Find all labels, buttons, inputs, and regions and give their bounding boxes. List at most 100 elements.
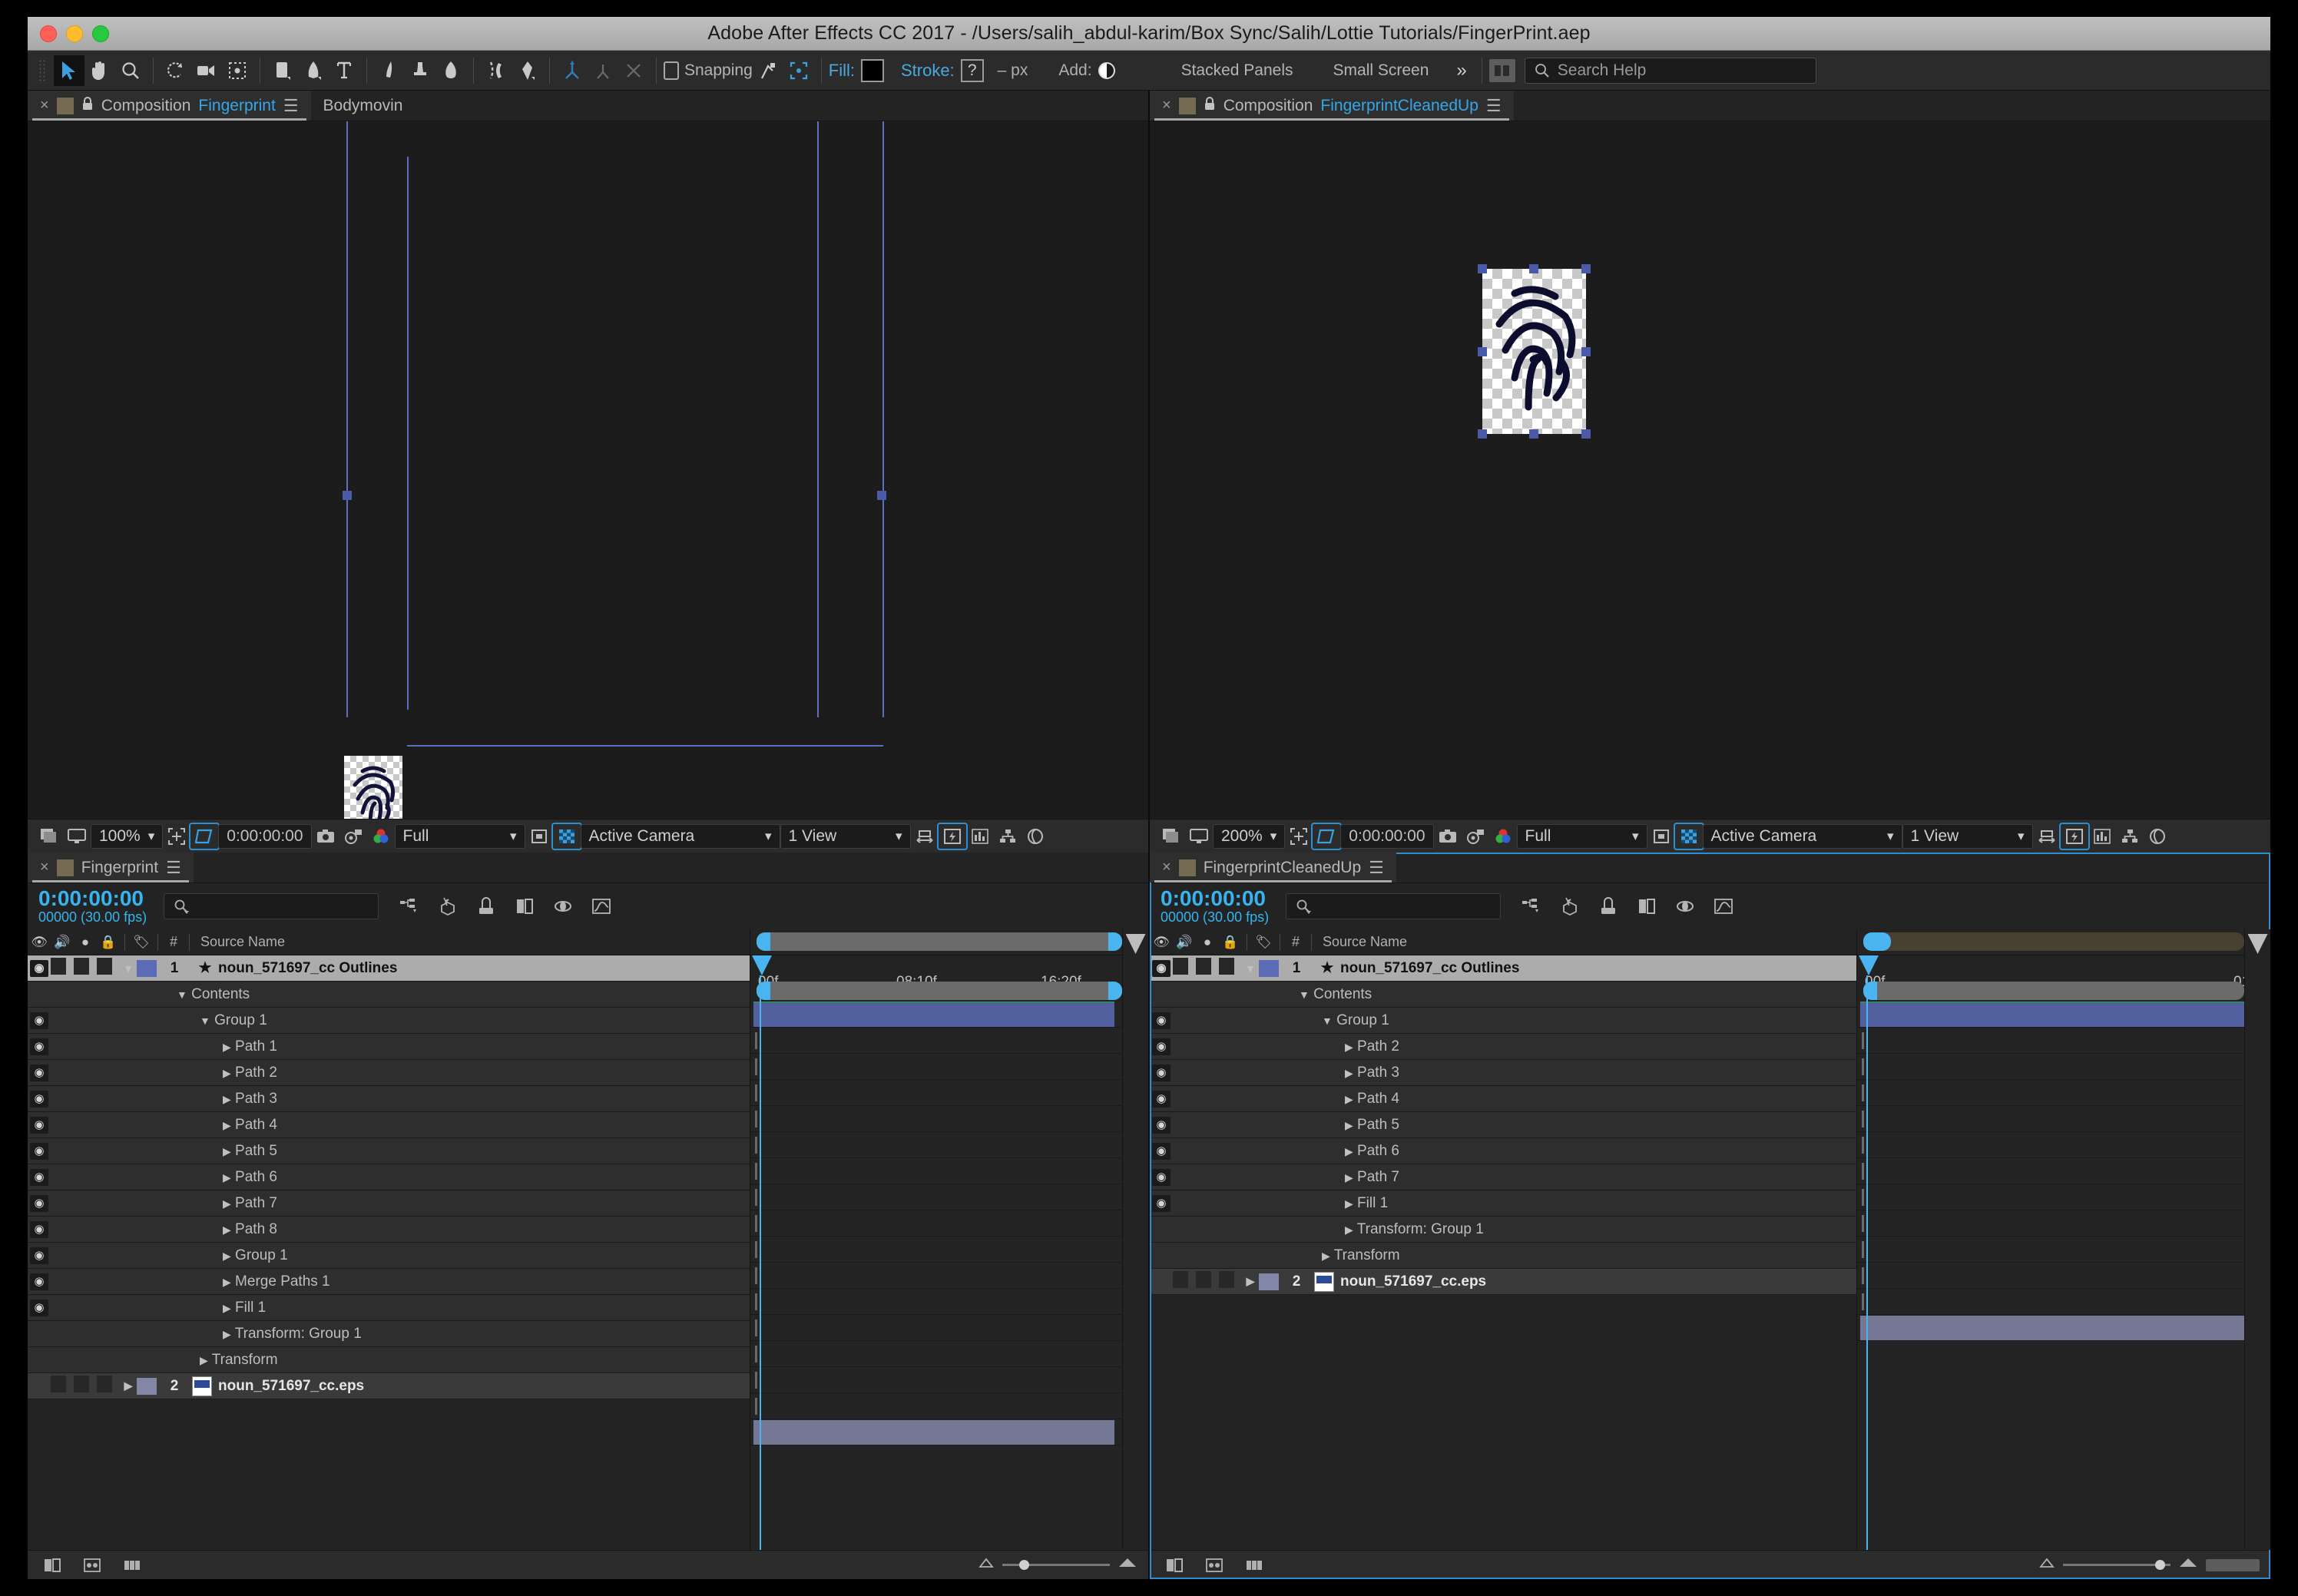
add-menu-icon[interactable]: [1098, 62, 1115, 79]
expand-twirl-icon[interactable]: ▶: [223, 1067, 231, 1079]
video-visibility-toggle[interactable]: ◉: [28, 1142, 51, 1160]
eye-icon[interactable]: ◉: [30, 1273, 48, 1290]
eye-icon[interactable]: ◉: [30, 1038, 48, 1055]
table-row[interactable]: ▶ Transform: Group 1: [1150, 1217, 1856, 1243]
right-workarea-bar[interactable]: [1857, 929, 2270, 955]
video-visibility-toggle[interactable]: ◉: [28, 1168, 51, 1186]
expand-twirl-icon[interactable]: ▶: [223, 1250, 231, 1262]
timeline-track-row[interactable]: [750, 1002, 1148, 1028]
panel-menu-icon[interactable]: ☰: [1486, 96, 1502, 116]
property-name[interactable]: ▼ Group 1: [1242, 1012, 1856, 1029]
region-of-interest-icon[interactable]: [163, 824, 190, 849]
layer-switches-icon[interactable]: [118, 1553, 146, 1578]
composition-settings-icon[interactable]: [78, 1553, 106, 1578]
lock-icon[interactable]: [81, 96, 94, 116]
solo-toggle[interactable]: [74, 1376, 97, 1397]
video-visibility-toggle[interactable]: ◉: [28, 1090, 51, 1108]
expand-twirl-icon[interactable]: ▶: [120, 1379, 137, 1392]
zoom-slider-knob[interactable]: [2155, 1560, 2165, 1570]
current-time-field[interactable]: 0:00:00:00: [1340, 824, 1433, 849]
hand-tool-icon[interactable]: [84, 55, 115, 86]
graph-editor-icon[interactable]: [1710, 894, 1737, 919]
snapshot-icon[interactable]: [1434, 824, 1462, 849]
panel-menu-icon[interactable]: ☰: [166, 858, 181, 878]
workspace-stacked-panels[interactable]: Stacked Panels: [1161, 61, 1313, 80]
eraser-tool-icon[interactable]: [435, 55, 466, 86]
table-row[interactable]: ◉▶ Path 1: [28, 1034, 750, 1060]
layer-name[interactable]: noun_571697_cc.eps: [218, 1378, 750, 1395]
timeline-track-row[interactable]: [1857, 1237, 2270, 1263]
video-visibility-toggle[interactable]: ◉: [28, 1038, 51, 1055]
timeline-track-row[interactable]: [750, 1028, 1148, 1054]
video-visibility-toggle[interactable]: ◉: [28, 1194, 51, 1212]
video-visibility-toggle[interactable]: ◉: [1150, 1090, 1173, 1108]
sel-handle-tl[interactable]: [1478, 264, 1487, 273]
table-row[interactable]: ▶2noun_571697_cc.eps: [1150, 1269, 1856, 1295]
property-name[interactable]: ▶ Path 5: [120, 1143, 750, 1160]
rectangle-tool-icon[interactable]: [267, 55, 298, 86]
target-region-icon[interactable]: [525, 824, 553, 849]
close-icon[interactable]: ×: [1162, 97, 1171, 114]
camera-view-select[interactable]: Active Camera ▾: [1703, 824, 1902, 849]
pan-behind-tool-icon[interactable]: [222, 55, 253, 86]
expand-twirl-icon[interactable]: ▶: [1345, 1145, 1353, 1157]
expand-twirl-icon[interactable]: ▶: [200, 1354, 208, 1366]
property-name[interactable]: ▶ Path 4: [1242, 1091, 1856, 1108]
workspace-settings-icon[interactable]: [1489, 59, 1515, 82]
table-row[interactable]: ▶ Transform: [28, 1347, 750, 1373]
keyframe-nav-icon[interactable]: [1126, 934, 1146, 954]
column-source-name[interactable]: Source Name: [194, 934, 285, 950]
left-graph-rows[interactable]: [750, 1002, 1148, 1550]
property-name[interactable]: ▶ Path 3: [120, 1091, 750, 1108]
timeline-track-row[interactable]: [1857, 1028, 2270, 1054]
zoom-tool-icon[interactable]: [115, 55, 146, 86]
workspace-small-screen[interactable]: Small Screen: [1313, 61, 1449, 80]
transparency-grid-icon[interactable]: [553, 824, 581, 849]
eye-icon[interactable]: ◉: [30, 1300, 48, 1316]
show-snapshot-icon[interactable]: [339, 824, 367, 849]
work-area-start-handle-2[interactable]: [757, 982, 770, 1000]
video-visibility-toggle[interactable]: ◉: [1150, 959, 1173, 977]
expand-twirl-icon[interactable]: ▼: [1322, 1015, 1333, 1027]
property-name[interactable]: ▶ Path 7: [1242, 1169, 1856, 1186]
timeline-track-row[interactable]: [750, 1419, 1148, 1445]
grid-guides-icon[interactable]: [190, 824, 218, 849]
column-source-name[interactable]: Source Name: [1316, 934, 1407, 950]
right-graph-right-gutter[interactable]: [2244, 929, 2270, 1550]
timeline-track-row[interactable]: [1857, 1263, 2270, 1289]
motion-blur-icon[interactable]: [549, 894, 577, 919]
column-number[interactable]: #: [1285, 934, 1306, 950]
tab-composition-fingerprintcleanedup[interactable]: × Composition FingerprintCleanedUp ☰: [1150, 91, 1514, 121]
expand-twirl-icon[interactable]: ▶: [223, 1197, 231, 1210]
layer-duration-bar[interactable]: [753, 1420, 1114, 1445]
video-visibility-toggle[interactable]: ◉: [28, 959, 51, 977]
layer-name[interactable]: noun_571697_cc.eps: [1340, 1273, 1856, 1290]
expand-twirl-icon[interactable]: ▼: [120, 962, 137, 975]
table-row[interactable]: ◉▶ Fill 1: [28, 1295, 750, 1321]
video-visibility-toggle[interactable]: ◉: [28, 1247, 51, 1264]
sel-handle-tc[interactable]: [1529, 264, 1538, 273]
timeline-track-row[interactable]: [750, 1263, 1148, 1289]
expand-twirl-icon[interactable]: ▶: [1242, 1275, 1259, 1288]
timeline-time-display[interactable]: 0:00:00:00 00000 (30.00 fps): [1161, 887, 1269, 925]
fingerprint-artwork-large[interactable]: [1482, 269, 1586, 434]
audio-toggle[interactable]: [1173, 958, 1196, 979]
exposure-reset-icon[interactable]: [2144, 824, 2171, 849]
timeline-track-row[interactable]: [1857, 1289, 2270, 1315]
property-name[interactable]: ▶ Path 3: [1242, 1065, 1856, 1081]
zoom-out-icon[interactable]: [978, 1556, 995, 1574]
timeline-track-row[interactable]: [1857, 1054, 2270, 1080]
table-row[interactable]: ◉▶ Group 1: [28, 1243, 750, 1269]
lock-toggle[interactable]: [1219, 1271, 1242, 1293]
search-help-input[interactable]: Search Help: [1525, 58, 1816, 84]
work-area-end-handle[interactable]: [1108, 932, 1122, 951]
property-name[interactable]: ▶ Path 4: [120, 1117, 750, 1134]
property-name[interactable]: ▶ Transform: [1242, 1247, 1856, 1264]
tab-composition-fingerprint[interactable]: × Composition Fingerprint ☰: [28, 91, 311, 121]
snap-vertex-icon[interactable]: [753, 55, 783, 86]
eye-icon[interactable]: ◉: [1152, 1065, 1171, 1081]
zoom-slider-knob[interactable]: [1019, 1560, 1029, 1570]
main-viewer-icon[interactable]: [1185, 824, 1213, 849]
timeline-track-row[interactable]: [750, 1132, 1148, 1158]
timeline-track-row[interactable]: [750, 1237, 1148, 1263]
